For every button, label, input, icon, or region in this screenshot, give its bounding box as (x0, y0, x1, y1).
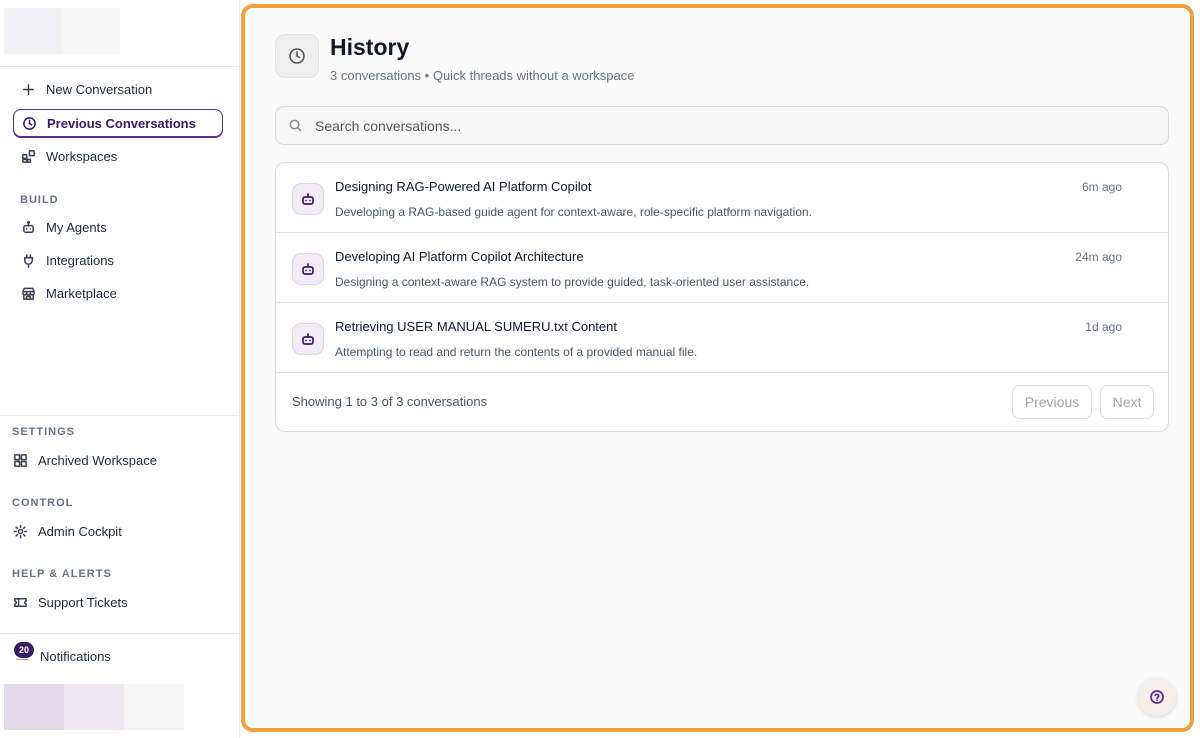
sidebar-item-archived-workspace[interactable]: Archived Workspace (12, 446, 222, 474)
logo-block (4, 8, 62, 54)
next-page-button[interactable]: Next (1100, 385, 1154, 419)
conversation-time: 1d ago (1085, 320, 1122, 334)
previous-page-button[interactable]: Previous (1012, 385, 1092, 419)
sidebar-item-admin-cockpit[interactable]: Admin Cockpit (12, 517, 222, 545)
conversation-description: Attempting to read and return the conten… (335, 345, 698, 359)
logo-block (62, 8, 120, 54)
conversation-row[interactable]: Developing AI Platform Copilot Architect… (276, 233, 1168, 303)
nav-label: Archived Workspace (38, 452, 157, 468)
sidebar-item-previous-conversations[interactable]: Previous Conversations (13, 109, 223, 137)
nav-label: Workspaces (46, 148, 118, 164)
conversation-time: 24m ago (1075, 250, 1122, 264)
conversation-title: Developing AI Platform Copilot Architect… (335, 249, 584, 264)
divider (0, 415, 240, 416)
conversation-row[interactable]: Designing RAG-Powered AI Platform Copilo… (276, 163, 1168, 233)
workspaces-icon (20, 148, 36, 164)
bot-icon (292, 183, 324, 215)
conversation-time: 6m ago (1081, 180, 1122, 194)
nav-label: My Agents (46, 219, 107, 235)
conversation-row[interactable]: Retrieving USER MANUAL SUMERU.txt Conten… (276, 303, 1168, 373)
page-subtitle: 3 conversations • Quick threads without … (330, 68, 635, 83)
notifications-label: Notifications (40, 648, 111, 664)
store-icon (20, 285, 36, 301)
profile-block (124, 684, 184, 730)
ticket-icon (12, 594, 28, 610)
bot-icon (292, 253, 324, 285)
grid-icon (12, 452, 28, 468)
new-conversation-button[interactable]: New Conversation (20, 75, 220, 103)
help-icon (1150, 690, 1164, 704)
conversation-description: Developing a RAG-based guide agent for c… (335, 205, 812, 219)
clock-icon (21, 115, 37, 131)
sidebar: New Conversation Previous Conversations … (0, 0, 240, 738)
bot-icon (292, 323, 324, 355)
nav-label: Admin Cockpit (38, 523, 122, 539)
sidebar-item-marketplace[interactable]: Marketplace (20, 279, 220, 307)
sidebar-item-my-agents[interactable]: My Agents (20, 213, 220, 241)
notification-count-badge: 20 (14, 642, 34, 658)
divider (0, 66, 240, 67)
page-title: History (330, 34, 410, 60)
history-icon (275, 34, 319, 78)
plug-icon (20, 252, 36, 268)
avatar (4, 684, 64, 730)
section-label-help-alerts: HELP & ALERTS (12, 568, 112, 580)
divider (0, 633, 240, 634)
nav-label: Support Tickets (38, 594, 128, 610)
user-profile[interactable] (4, 684, 184, 730)
nav-label: Marketplace (46, 285, 117, 301)
sidebar-item-integrations[interactable]: Integrations (20, 246, 220, 274)
search-icon (289, 119, 302, 132)
search-input[interactable] (315, 117, 1135, 134)
sidebar-item-workspaces[interactable]: Workspaces (20, 142, 220, 170)
section-label-build: BUILD (20, 194, 59, 206)
notifications-button[interactable]: Notifications (12, 642, 222, 670)
gear-icon (12, 523, 28, 539)
conversation-title: Retrieving USER MANUAL SUMERU.txt Conten… (335, 319, 617, 334)
search-bar (275, 106, 1169, 145)
conversation-list: Designing RAG-Powered AI Platform Copilo… (275, 162, 1169, 432)
main-panel: History 3 conversations • Quick threads … (241, 4, 1194, 732)
conversation-description: Designing a context-aware RAG system to … (335, 275, 810, 289)
conversation-title: Designing RAG-Powered AI Platform Copilo… (335, 179, 592, 194)
pagination-summary: Showing 1 to 3 of 3 conversations (292, 394, 488, 409)
plus-icon (20, 81, 36, 97)
logo[interactable] (4, 8, 120, 54)
nav-label: Previous Conversations (47, 115, 196, 131)
bot-icon (20, 219, 36, 235)
section-label-control: CONTROL (12, 497, 74, 509)
help-button[interactable] (1138, 678, 1176, 716)
section-label-settings: SETTINGS (12, 426, 76, 438)
nav-label: Integrations (46, 252, 114, 268)
nav-label: New Conversation (46, 81, 153, 97)
profile-block (64, 684, 124, 730)
sidebar-item-support-tickets[interactable]: Support Tickets (12, 588, 222, 616)
